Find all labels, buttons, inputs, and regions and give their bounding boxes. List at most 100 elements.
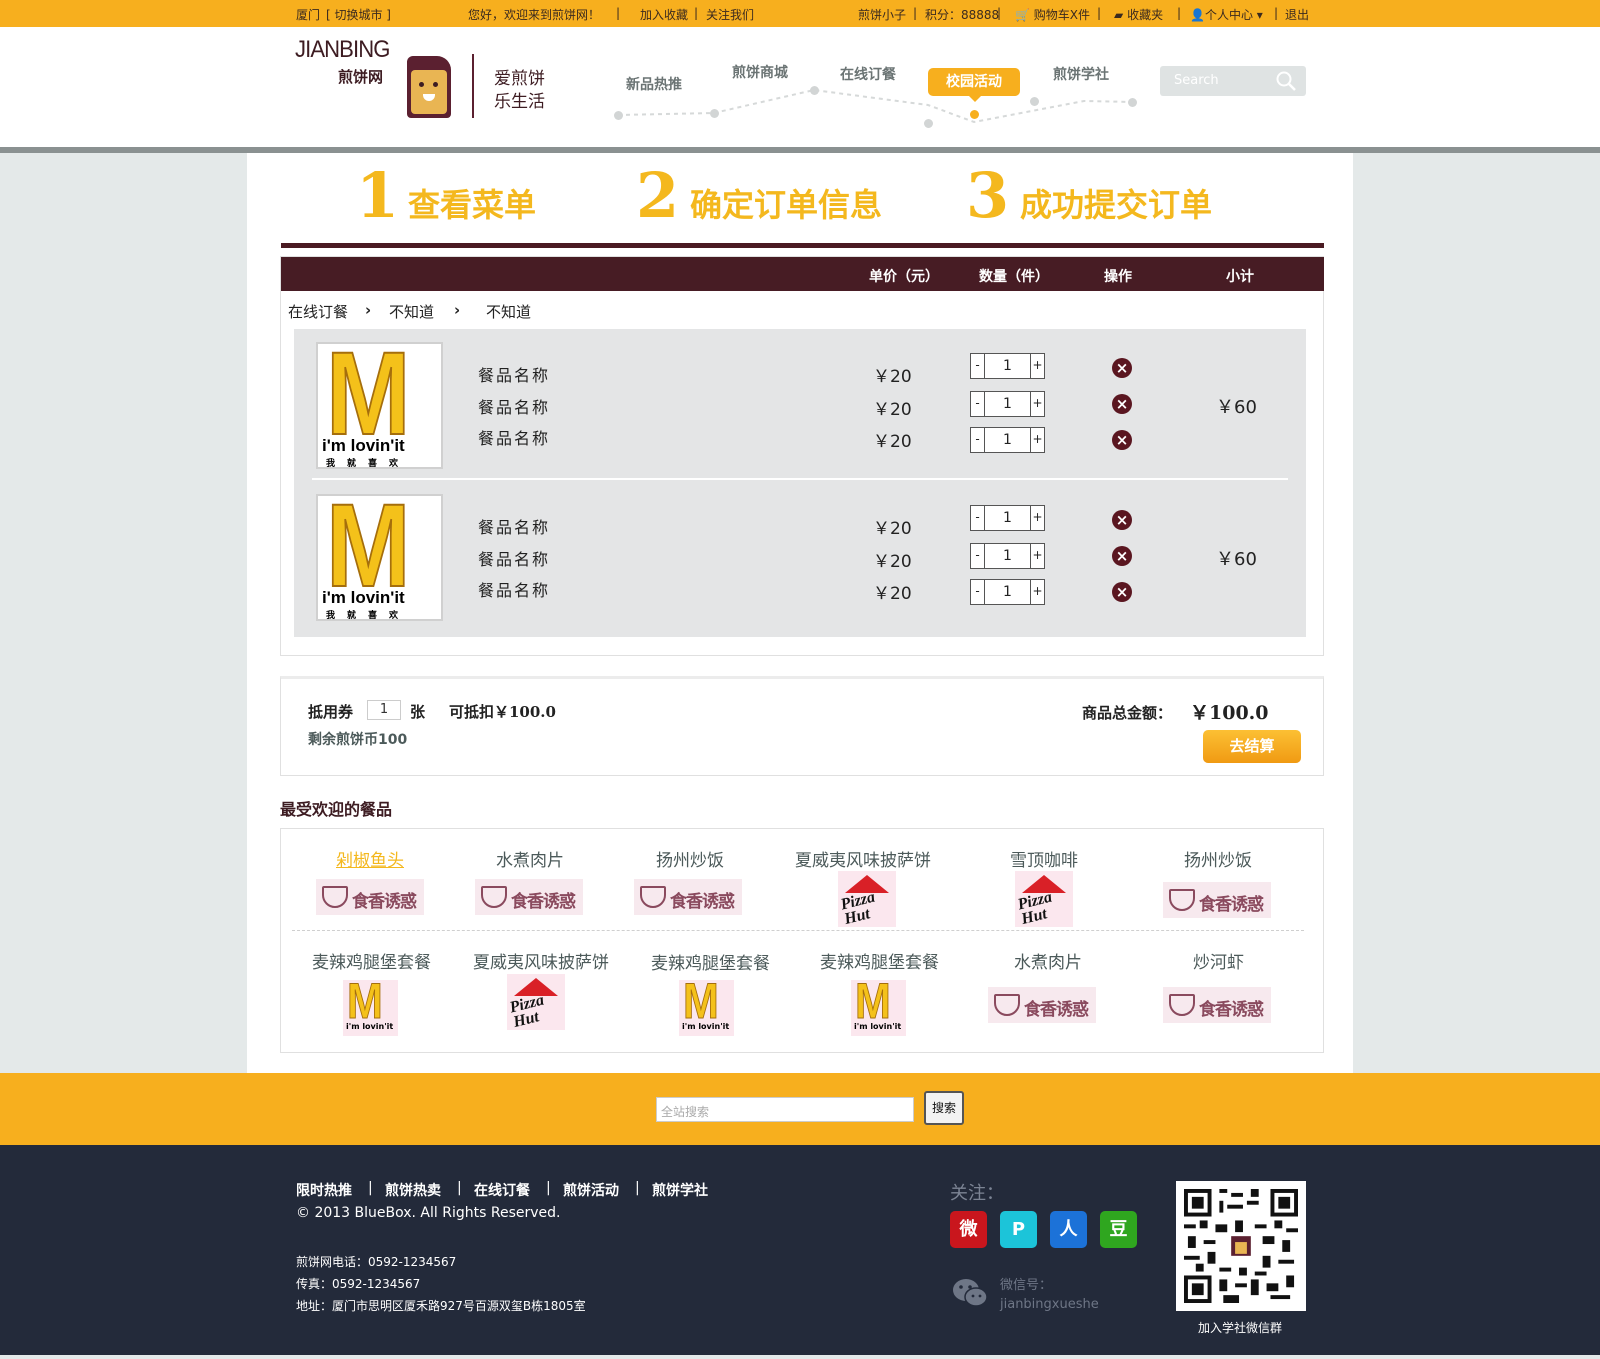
- popular-item-link[interactable]: 雪顶咖啡: [1010, 846, 1078, 871]
- logo-chinese[interactable]: 煎饼网: [338, 66, 383, 87]
- delete-icon[interactable]: ×: [1112, 394, 1132, 414]
- cart-link[interactable]: 🛒 购物车X件: [1015, 6, 1090, 23]
- golden-arches-icon: M: [325, 494, 411, 612]
- delete-icon[interactable]: ×: [1112, 546, 1132, 566]
- popular-item-link[interactable]: 水煮肉片: [1014, 948, 1082, 973]
- breadcrumb-online-order[interactable]: 在线订餐: [288, 301, 348, 322]
- popular-item-link[interactable]: 扬州炒饭: [1184, 846, 1252, 871]
- quantity-input[interactable]: 1: [985, 354, 1030, 378]
- decrease-button[interactable]: -: [971, 392, 985, 416]
- cart-items-block: [294, 329, 1306, 637]
- quantity-input[interactable]: 1: [985, 506, 1030, 530]
- increase-button[interactable]: +: [1030, 506, 1044, 530]
- delete-icon[interactable]: ×: [1112, 358, 1132, 378]
- nav-new-hot[interactable]: 新品热推: [626, 74, 682, 94]
- food-brand-logo[interactable]: 食香诱惑: [316, 879, 424, 915]
- username-link[interactable]: 煎饼小子: [858, 6, 906, 23]
- quantity-stepper: - 1 +: [970, 543, 1045, 569]
- item-name: 餐品名称: [478, 366, 551, 385]
- wechat-info: 微信号： jianbingxueshe: [1000, 1276, 1099, 1314]
- coupon-label: 抵用券: [308, 703, 354, 721]
- quantity-input[interactable]: 1: [985, 428, 1030, 452]
- popular-item-link[interactable]: 剁椒鱼头: [336, 846, 404, 871]
- food-brand-logo[interactable]: 食香诱惑: [1163, 882, 1271, 918]
- popular-item-link[interactable]: 夏威夷风味披萨饼: [473, 948, 609, 973]
- quantity-input[interactable]: 1: [985, 580, 1030, 604]
- switch-city-link[interactable]: [ 切换城市 ]: [326, 6, 391, 23]
- current-city: 厦门: [296, 8, 321, 22]
- search-icon[interactable]: [1276, 71, 1296, 91]
- increase-button[interactable]: +: [1030, 354, 1044, 378]
- quantity-input[interactable]: 1: [985, 544, 1030, 568]
- mcdonalds-logo[interactable]: Mi'm lovin'it: [343, 976, 398, 1036]
- food-brand-logo[interactable]: 食香诱惑: [1163, 987, 1271, 1023]
- user-center-menu[interactable]: 👤个人中心 ▾: [1190, 6, 1263, 23]
- mcdonalds-logo[interactable]: Mi'm lovin'it: [679, 976, 734, 1036]
- increase-button[interactable]: +: [1030, 544, 1044, 568]
- checkout-button[interactable]: 去结算: [1203, 730, 1301, 763]
- footer-link[interactable]: 限时热推: [296, 1180, 352, 1200]
- site-search-input[interactable]: 全站搜索: [656, 1097, 914, 1122]
- decrease-button[interactable]: -: [971, 544, 985, 568]
- popular-item-link[interactable]: 扬州炒饭: [656, 846, 724, 871]
- nav-academy[interactable]: 煎饼学社: [1053, 64, 1109, 84]
- increase-button[interactable]: +: [1030, 580, 1044, 604]
- pizza-hut-logo[interactable]: Pizza Hut: [507, 974, 565, 1031]
- pizza-hut-logo[interactable]: Pizza Hut: [838, 871, 896, 928]
- food-brand-logo[interactable]: 食香诱惑: [988, 987, 1096, 1023]
- nav-dot: [1030, 97, 1039, 106]
- popular-item-link[interactable]: 麦辣鸡腿堡套餐: [820, 948, 939, 973]
- logout-link[interactable]: 退出: [1285, 6, 1309, 23]
- pizza-hut-logo[interactable]: Pizza Hut: [1015, 871, 1073, 928]
- food-brand-logo[interactable]: 食香诱惑: [634, 879, 742, 915]
- qzone-icon[interactable]: P: [1000, 1211, 1037, 1248]
- follow-us-link[interactable]: 关注我们: [706, 6, 754, 23]
- coupon-quantity-input[interactable]: 1: [367, 700, 401, 720]
- popular-item-link[interactable]: 夏威夷风味披萨饼: [795, 846, 931, 871]
- decrease-button[interactable]: -: [971, 354, 985, 378]
- popular-item-link[interactable]: 水煮肉片: [496, 846, 564, 871]
- renren-icon[interactable]: 人: [1050, 1211, 1087, 1248]
- weibo-icon[interactable]: 微: [950, 1211, 987, 1248]
- decrease-button[interactable]: -: [971, 506, 985, 530]
- food-brand-logo[interactable]: 食香诱惑: [475, 879, 583, 915]
- footer-link[interactable]: 煎饼活动: [563, 1180, 619, 1200]
- follow-label: 关注：: [950, 1183, 1004, 1204]
- mcdonalds-logo[interactable]: Mi'm lovin'it: [851, 976, 906, 1036]
- decrease-button[interactable]: -: [971, 428, 985, 452]
- site-search-button[interactable]: 搜索: [924, 1091, 964, 1125]
- bowl-icon: [481, 886, 507, 908]
- favorites-link[interactable]: ▰ 收藏夹: [1114, 6, 1163, 23]
- nav-online-order[interactable]: 在线订餐: [840, 64, 896, 84]
- popular-item-link[interactable]: 炒河虾: [1193, 948, 1244, 973]
- header-search-input[interactable]: Search: [1160, 66, 1306, 96]
- increase-button[interactable]: +: [1030, 392, 1044, 416]
- footer-link[interactable]: 煎饼热卖: [385, 1180, 441, 1200]
- slogan-line-2: 乐生活: [494, 92, 545, 112]
- logo-english[interactable]: JIANBING: [295, 36, 390, 64]
- delete-icon[interactable]: ×: [1112, 510, 1132, 530]
- footer-link[interactable]: 煎饼学社: [652, 1180, 708, 1200]
- popular-item-link[interactable]: 麦辣鸡腿堡套餐: [651, 949, 770, 974]
- item-name: 餐品名称: [478, 398, 551, 417]
- delete-icon[interactable]: ×: [1112, 430, 1132, 450]
- quantity-stepper: - 1 +: [970, 353, 1045, 379]
- nav-campus-activity[interactable]: 校园活动: [928, 68, 1020, 102]
- douban-icon[interactable]: 豆: [1100, 1211, 1137, 1248]
- increase-button[interactable]: +: [1030, 428, 1044, 452]
- bowl-icon: [322, 886, 348, 908]
- mascot-eye: [433, 82, 438, 87]
- footer-link[interactable]: 在线订餐: [474, 1180, 530, 1200]
- breadcrumb-level-2[interactable]: 不知道: [389, 301, 434, 322]
- decrease-button[interactable]: -: [971, 580, 985, 604]
- delete-icon[interactable]: ×: [1112, 582, 1132, 602]
- step-2-label: 确定订单信息: [690, 186, 883, 224]
- popular-item-link[interactable]: 麦辣鸡腿堡套餐: [312, 948, 431, 973]
- bowl-icon: [1169, 889, 1195, 911]
- item-price: ￥20: [873, 432, 912, 452]
- quantity-input[interactable]: 1: [985, 392, 1030, 416]
- divider: |: [694, 6, 699, 20]
- add-favorite-link[interactable]: 加入收藏: [640, 6, 688, 23]
- nav-mall[interactable]: 煎饼商城: [732, 62, 788, 82]
- header-unit-price: 单价（元）: [869, 269, 939, 285]
